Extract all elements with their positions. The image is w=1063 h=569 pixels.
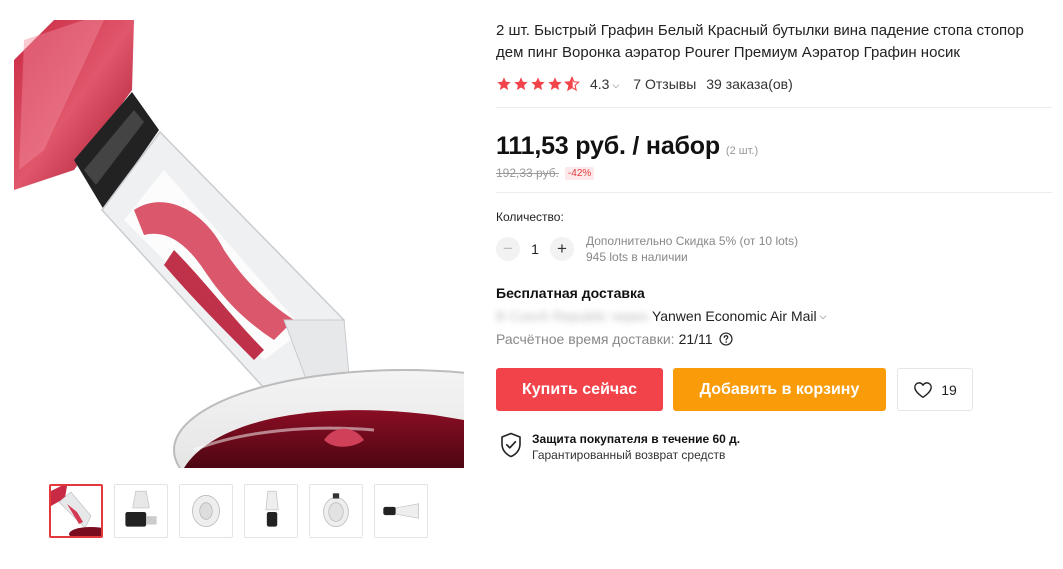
shipping-title: Бесплатная доставка [496,285,645,301]
shipping-destination: В Czech Republic через [496,308,648,324]
eta-label: Расчётное время доставки: [496,331,675,347]
rating-stars [496,76,580,92]
price-block: 111,53 руб. / набор (2 шт.) 192,33 руб. … [496,132,1052,180]
thumbnail-4[interactable] [244,484,298,538]
quantity-label: Количество: [496,210,564,224]
quantity-decrease-button[interactable]: − [496,237,520,261]
chevron-down-icon[interactable]: ⌵ [820,311,827,322]
divider [496,107,1052,108]
quantity-increase-button[interactable]: + [550,237,574,261]
protection-title: Защита покупателя в течение 60 д. [532,432,741,446]
star-icon [531,77,545,90]
thumbnail-6[interactable] [374,484,428,538]
thumbnail-1[interactable] [49,484,103,538]
thumbnail-strip [49,484,428,538]
discount-badge: -42% [564,166,595,180]
chevron-down-icon[interactable]: ⌵ [612,80,619,91]
thumbnail-2[interactable] [114,484,168,538]
reviews-link[interactable]: 7 Отзывы [633,76,696,92]
delivery-eta-row: Расчётное время доставки: 21/11 [496,331,1052,347]
wishlist-count: 19 [941,381,957,398]
shipping-method[interactable]: Yanwen Economic Air Mail [652,308,817,324]
old-price: 192,33 руб. [496,166,559,180]
divider [496,192,1052,193]
eta-value: 21/11 [678,331,713,347]
current-price: 111,53 руб. / набор [496,132,720,160]
protection-subtitle: Гарантированный возврат средств [532,448,726,462]
quantity-notes: Дополнительно Скидка 5% (от 10 lots) 945… [586,233,798,265]
half-star-icon [564,76,580,92]
bulk-discount-note: Дополнительно Скидка 5% (от 10 lots) [586,234,799,248]
buy-now-button[interactable]: Купить сейчас [496,368,663,411]
quantity-stepper: − 1 + Дополнительно Скидка 5% (от 10 lot… [496,233,1052,265]
heart-icon [914,381,933,398]
star-icon [548,77,562,90]
product-title: 2 шт. Быстрый Графин Белый Красный бутыл… [496,22,1024,61]
rating-row: 4.3 ⌵ 7 Отзывы 39 заказа(ов) [496,74,1052,94]
rating-value[interactable]: 4.3 [590,76,609,92]
star-icon [514,77,528,90]
purchase-actions: Купить сейчас Добавить в корзину 19 [496,368,1052,411]
orders-count: 39 заказа(ов) [706,76,793,92]
thumbnail-5[interactable] [309,484,363,538]
add-to-cart-button[interactable]: Добавить в корзину [673,368,886,411]
product-info: 2 шт. Быстрый Графин Белый Красный бутыл… [496,20,1052,463]
star-icon [497,77,511,90]
wishlist-button[interactable]: 19 [897,368,973,411]
help-icon[interactable] [718,332,733,346]
quantity-value[interactable]: 1 [520,241,550,257]
buyer-protection: Защита покупателя в течение 60 д. Гарант… [496,431,1052,463]
shipping-method-row[interactable]: В Czech Republic через Yanwen Economic A… [496,308,1052,324]
shield-check-icon [501,432,521,458]
product-main-image[interactable] [14,20,464,468]
thumbnail-3[interactable] [179,484,233,538]
stock-note: 945 lots в наличии [586,250,688,264]
price-unit-note: (2 шт.) [725,145,759,157]
